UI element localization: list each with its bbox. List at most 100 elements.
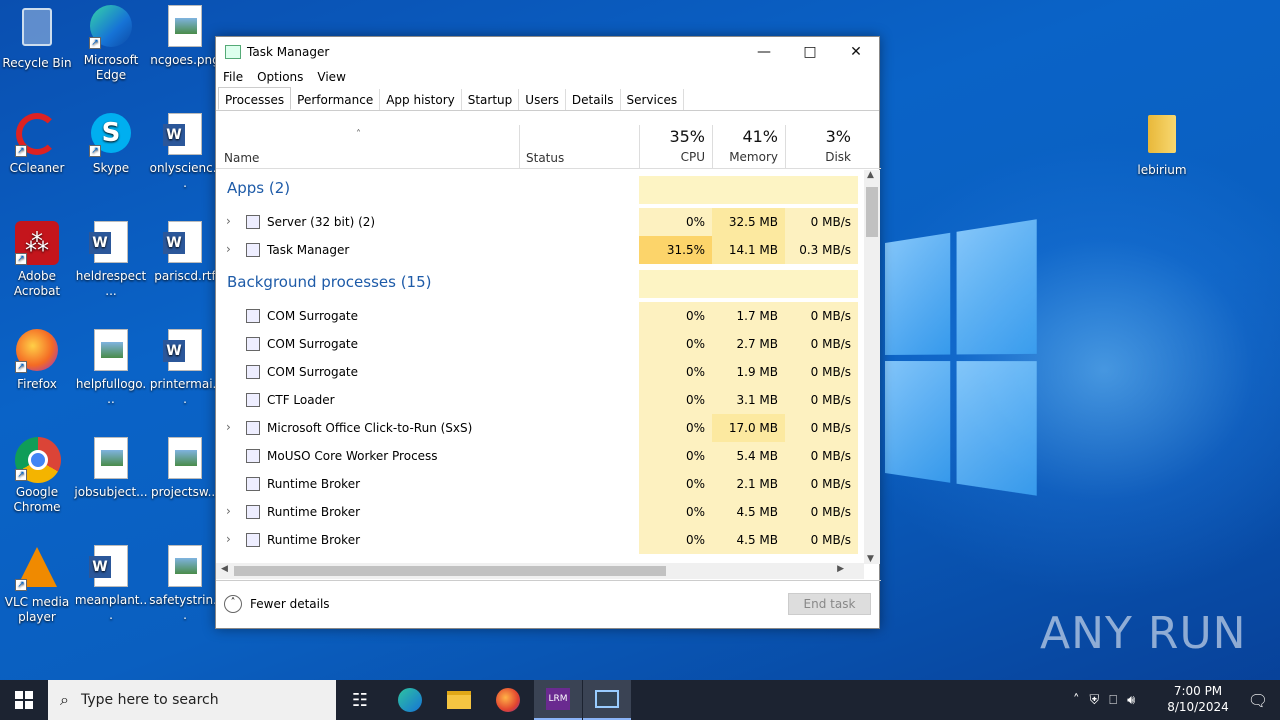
group-header[interactable]: Apps (2) (216, 176, 859, 204)
desktop-icon-jobsubject[interactable]: jobsubject... (74, 437, 148, 500)
process-icon (246, 421, 260, 435)
task-view-icon[interactable]: ☷ (336, 680, 384, 720)
fewer-details-button[interactable]: ˄ Fewer details (224, 595, 330, 613)
file-explorer-icon[interactable] (435, 680, 483, 720)
desktop-icon-firefox[interactable]: ↗ Firefox (0, 329, 74, 392)
scroll-down-icon[interactable]: ▼ (867, 554, 874, 564)
column-status[interactable]: Status (519, 125, 639, 169)
process-row[interactable]: CTF Loader 0% 3.1 MB 0 MB/s (216, 386, 859, 414)
group-title: Apps (2) (227, 179, 291, 197)
process-name: MoUSO Core Worker Process (267, 449, 438, 463)
lrm-server-taskbar-icon[interactable]: LRM (534, 680, 582, 720)
process-disk: 0 MB/s (785, 330, 858, 358)
tab-processes[interactable]: Processes (218, 87, 292, 110)
tab-services[interactable]: Services (621, 89, 685, 110)
tab-app-history[interactable]: App history (380, 89, 462, 110)
process-name: Microsoft Office Click-to-Run (SxS) (267, 421, 473, 435)
desktop-icon-adobe-acrobat[interactable]: ⁂ ↗ Adobe Acrobat (0, 221, 74, 299)
process-row[interactable]: › Server (32 bit) (2) 0% 32.5 MB 0 MB/s (216, 208, 859, 236)
desktop-icon-pariscd-rtf[interactable]: Wpariscd.rtf (148, 221, 222, 284)
desktop-icon-label: Google Chrome (13, 485, 61, 514)
menu-options[interactable]: Options (257, 67, 303, 87)
column-disk[interactable]: 3% Disk (785, 125, 858, 169)
desktop-icon-skype[interactable]: S ↗ Skype (74, 113, 148, 176)
scroll-left-icon[interactable]: ◀ (221, 564, 228, 574)
taskbar-clock[interactable]: 7:00 PM 8/10/2024 (1162, 683, 1234, 715)
desktop-icon-label: ncgoes.png (150, 53, 220, 67)
tab-details[interactable]: Details (566, 89, 621, 110)
menu-view[interactable]: View (317, 67, 345, 87)
desktop-icon-google-chrome[interactable]: ↗ Google Chrome (0, 437, 74, 515)
maximize-button[interactable]: □ (787, 37, 833, 67)
process-icon (246, 337, 260, 351)
expand-chevron-icon[interactable]: › (226, 214, 231, 228)
end-task-button[interactable]: End task (788, 593, 871, 615)
group-cell-bg (639, 270, 712, 298)
process-cpu: 31.5% (639, 236, 712, 264)
network-icon[interactable]: ⎕ (1109, 693, 1117, 708)
process-icon (246, 533, 260, 547)
taskbar-search-box[interactable]: ⌕ Type here to search (48, 680, 336, 720)
process-row[interactable]: Runtime Broker 0% 2.1 MB 0 MB/s (216, 470, 859, 498)
menu-file[interactable]: File (223, 67, 243, 87)
desktop-icon-recycle-bin[interactable]: Recycle Bin (0, 5, 74, 71)
desktop-icon-heldrespect[interactable]: Wheldrespect... (74, 221, 148, 299)
title-bar[interactable]: Task Manager — □ ✕ (216, 37, 879, 67)
column-name[interactable]: Name (224, 151, 259, 165)
horizontal-scrollbar[interactable]: ◀ ▶ (216, 563, 864, 579)
expand-chevron-icon[interactable]: › (226, 420, 231, 434)
desktop-icon-onlyscienc[interactable]: Wonlyscienc... (148, 113, 222, 191)
desktop-icon-meanplant[interactable]: Wmeanplant... (74, 545, 148, 623)
scroll-up-icon[interactable]: ▲ (867, 170, 874, 180)
process-row[interactable]: › Task Manager 31.5% 14.1 MB 0.3 MB/s (216, 236, 859, 264)
process-row[interactable]: COM Surrogate 0% 1.9 MB 0 MB/s (216, 358, 859, 386)
close-button[interactable]: ✕ (833, 37, 879, 67)
tray-overflow-chevron-icon[interactable]: ˄ (1073, 693, 1080, 708)
desktop-icon-ccleaner[interactable]: ↗ CCleaner (0, 113, 74, 176)
process-row[interactable]: › Runtime Broker 0% 4.5 MB 0 MB/s (216, 498, 859, 526)
process-disk: 0 MB/s (785, 386, 858, 414)
tab-performance[interactable]: Performance (291, 89, 381, 110)
desktop-icon-lebirium[interactable]: lebirium (1125, 113, 1199, 178)
process-row[interactable]: › Microsoft Office Click-to-Run (SxS) 0% 17… (216, 414, 859, 442)
expand-chevron-icon[interactable]: › (226, 532, 231, 546)
scroll-right-icon[interactable]: ▶ (837, 564, 844, 574)
edge-taskbar-icon[interactable] (386, 680, 434, 720)
firefox-taskbar-icon[interactable] (484, 680, 532, 720)
task-manager-taskbar-icon[interactable] (583, 680, 631, 720)
column-memory[interactable]: 41% Memory (712, 125, 785, 169)
anyrun-watermark: ANY RUN (1040, 608, 1247, 659)
volume-icon[interactable]: 🔊︎ (1127, 693, 1135, 708)
tray-security-icon[interactable]: ⛨ (1090, 693, 1100, 708)
vertical-scroll-thumb[interactable] (866, 187, 878, 237)
process-row[interactable]: COM Surrogate 0% 2.7 MB 0 MB/s (216, 330, 859, 358)
column-cpu[interactable]: 35% CPU (639, 125, 712, 169)
desktop-icon-vlc-media-player[interactable]: ↗ VLC media player (0, 545, 74, 625)
process-disk: 0 MB/s (785, 498, 858, 526)
process-row[interactable]: › Runtime Broker 0% 4.5 MB 0 MB/s (216, 526, 859, 554)
tab-startup[interactable]: Startup (462, 89, 520, 110)
expand-chevron-icon[interactable]: › (226, 242, 231, 256)
desktop-icon-safetystrin[interactable]: safetystrin... (148, 545, 222, 623)
minimize-button[interactable]: — (741, 37, 787, 67)
start-button[interactable] (0, 680, 48, 720)
process-icon (246, 505, 260, 519)
desktop-icon-helpfullogo[interactable]: helpfullogo... (74, 329, 148, 407)
desktop-icon-ncgoes-png[interactable]: ncgoes.png (148, 5, 222, 68)
expand-chevron-icon[interactable]: › (226, 504, 231, 518)
vertical-scrollbar[interactable]: ▲ ▼ (864, 170, 880, 564)
notification-center-icon[interactable]: 🗨︎ (1236, 680, 1280, 720)
desktop-icon-label: meanplant... (74, 593, 148, 622)
process-memory: 4.5 MB (712, 498, 785, 526)
process-cpu: 0% (639, 330, 712, 358)
shortcut-arrow-icon: ↗ (15, 253, 27, 265)
desktop-icon-projectsw[interactable]: projectsw... (148, 437, 222, 500)
group-header[interactable]: Background processes (15) (216, 270, 859, 298)
process-row[interactable]: MoUSO Core Worker Process 0% 5.4 MB 0 MB/s (216, 442, 859, 470)
horizontal-scroll-thumb[interactable] (234, 566, 666, 576)
desktop-icon-printermai[interactable]: Wprintermai... (148, 329, 222, 407)
desktop-icon-microsoft-edge[interactable]: ↗ Microsoft Edge (74, 5, 148, 83)
process-row[interactable]: COM Surrogate 0% 1.7 MB 0 MB/s (216, 302, 859, 330)
tab-users[interactable]: Users (519, 89, 566, 110)
process-name: COM Surrogate (267, 337, 359, 351)
